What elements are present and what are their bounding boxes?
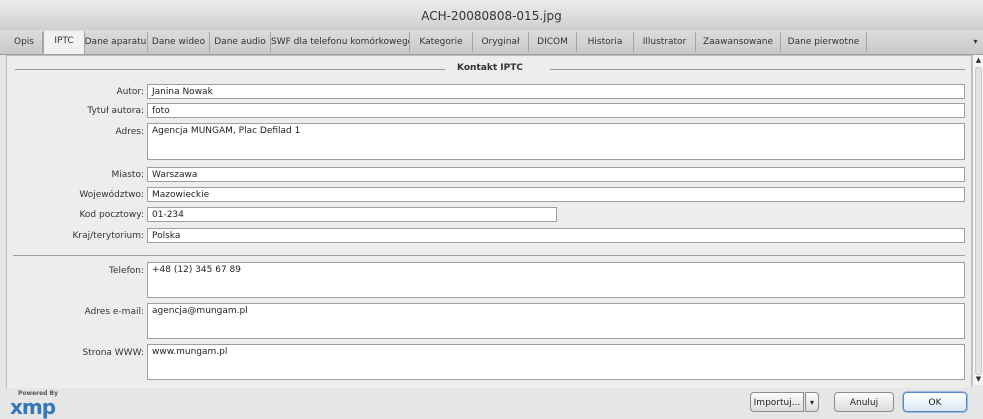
label-telefon: Telefon: — [109, 266, 144, 276]
tab-illustrator[interactable]: Illustrator — [634, 32, 696, 52]
xmp-logo: Powered By xmp — [6, 388, 86, 419]
label-www: Strona WWW: — [82, 348, 144, 358]
tab-kategorie[interactable]: Kategorie — [410, 32, 473, 52]
tab-dane-audio[interactable]: Dane audio — [210, 32, 271, 52]
tytul-autora-field[interactable]: foto — [147, 103, 965, 118]
tab-bar: Opis IPTC Dane aparatu Dane wideo Dane a… — [0, 30, 983, 55]
www-field[interactable]: www.mungam.pl — [147, 344, 965, 380]
label-wojewodztwo: Województwo: — [79, 190, 144, 200]
tab-dicom[interactable]: DICOM — [529, 32, 577, 52]
adres-field[interactable]: Agencja MUNGAM, Plac Defilad 1 — [147, 123, 965, 160]
telefon-field[interactable]: +48 (12) 345 67 89 — [147, 262, 965, 298]
section-title: Kontakt IPTC — [457, 63, 523, 73]
tab-historia[interactable]: Historia — [577, 32, 634, 52]
cancel-button[interactable]: Anuluj — [834, 392, 894, 412]
import-menu-chevron-down-icon[interactable]: ▾ — [805, 392, 819, 412]
import-button[interactable]: Importuj... — [750, 392, 804, 412]
kod-pocztowy-field[interactable]: 01-234 — [147, 207, 557, 222]
tab-zaawansowane[interactable]: Zaawansowane — [696, 32, 781, 52]
tab-dane-aparatu[interactable]: Dane aparatu — [84, 32, 148, 52]
tab-oryginal[interactable]: Oryginał — [473, 32, 529, 52]
logo-xmp: xmp — [10, 395, 56, 419]
label-miasto: Miasto: — [111, 170, 144, 180]
dialog-footer: Powered By xmp Importuj... ▾ Anuluj OK — [0, 388, 983, 419]
miasto-field[interactable]: Warszawa — [147, 167, 965, 182]
ok-button[interactable]: OK — [903, 392, 967, 412]
tab-swf[interactable]: SWF dla telefonu komórkowego — [271, 32, 410, 52]
label-tytul-autora: Tytuł autora: — [87, 106, 144, 116]
tab-iptc[interactable]: IPTC — [43, 31, 85, 54]
scrollbar-thumb[interactable] — [975, 67, 982, 375]
section-header: Kontakt IPTC — [15, 62, 965, 76]
kraj-field[interactable]: Polska — [147, 228, 965, 243]
scroll-up-icon[interactable]: ▲ — [973, 56, 983, 64]
section-rule-right — [550, 69, 965, 70]
wojewodztwo-field[interactable]: Mazowieckie — [147, 187, 965, 202]
section-divider — [13, 255, 965, 256]
label-kod-pocztowy: Kod pocztowy: — [79, 210, 144, 220]
label-autor: Autor: — [116, 87, 144, 97]
autor-field[interactable]: Janina Nowak — [147, 84, 965, 99]
vertical-scrollbar[interactable]: ▲ ▼ — [972, 55, 983, 385]
title-bar: ACH-20080808-015.jpg — [0, 0, 983, 31]
tab-dane-pierwotne[interactable]: Dane pierwotne — [781, 32, 867, 52]
label-adres: Adres: — [115, 127, 144, 137]
tab-opis[interactable]: Opis — [6, 32, 43, 52]
window-title: ACH-20080808-015.jpg — [421, 9, 562, 23]
email-field[interactable]: agencja@mungam.pl — [147, 303, 965, 339]
tab-overflow-icon[interactable]: ▾ — [968, 32, 983, 52]
tab-dane-wideo[interactable]: Dane wideo — [148, 32, 210, 52]
label-kraj: Kraj/terytorium: — [72, 231, 144, 241]
iptc-contact-panel: Kontakt IPTC Autor: Janina Nowak Tytuł a… — [6, 55, 972, 389]
label-email: Adres e-mail: — [84, 307, 144, 317]
scroll-down-icon[interactable]: ▼ — [973, 375, 983, 383]
